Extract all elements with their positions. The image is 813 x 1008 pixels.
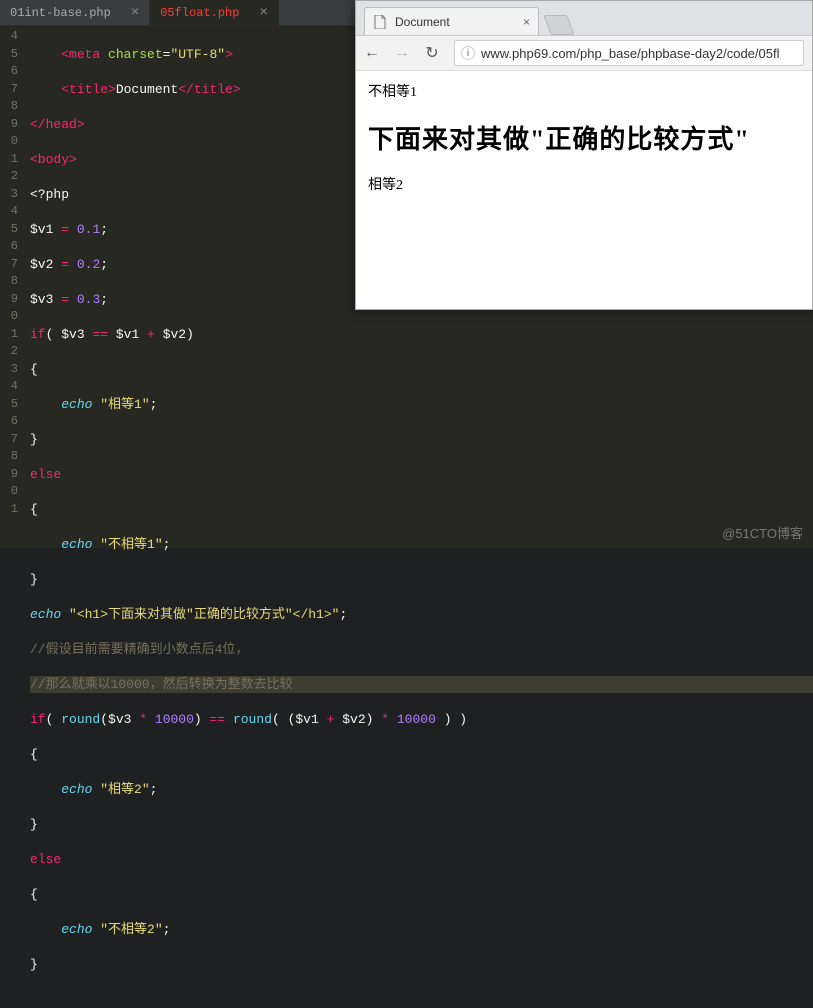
line-number: 9 (0, 116, 18, 134)
tab-label: 01int-base.php (10, 6, 111, 20)
browser-window: Document × ← → ↻ i www.php69.com/php_bas… (355, 0, 813, 310)
line-number: 8 (0, 448, 18, 466)
reload-icon[interactable]: ↻ (424, 43, 440, 63)
line-number: 2 (0, 168, 18, 186)
new-tab-button[interactable] (543, 15, 574, 35)
browser-tab[interactable]: Document × (364, 7, 539, 35)
line-number: 3 (0, 361, 18, 379)
close-icon[interactable]: × (523, 15, 530, 29)
line-number: 7 (0, 81, 18, 99)
tab-label: 05float.php (160, 6, 239, 20)
line-number: 1 (0, 501, 18, 519)
close-icon[interactable]: × (259, 5, 267, 21)
line-number: 6 (0, 238, 18, 256)
address-bar[interactable]: i www.php69.com/php_base/phpbase-day2/co… (454, 40, 804, 66)
info-icon[interactable]: i (461, 46, 475, 60)
line-number: 5 (0, 221, 18, 239)
line-number: 0 (0, 308, 18, 326)
line-number: 3 (0, 186, 18, 204)
browser-toolbar: ← → ↻ i www.php69.com/php_base/phpbase-d… (356, 35, 812, 71)
line-number: 5 (0, 396, 18, 414)
page-icon (373, 14, 387, 30)
line-number: 0 (0, 133, 18, 151)
line-number: 7 (0, 431, 18, 449)
line-number: 6 (0, 63, 18, 81)
browser-tab-title: Document (395, 15, 450, 29)
editor-tab-active[interactable]: 05float.php × (150, 0, 279, 25)
watermark: @51CTO博客 (722, 523, 803, 542)
browser-viewport: 不相等1 下面来对其做"正确的比较方式" 相等2 (356, 71, 812, 309)
output-line: 相等2 (368, 174, 800, 194)
line-number: 4 (0, 28, 18, 46)
line-number: 6 (0, 413, 18, 431)
line-number: 1 (0, 151, 18, 169)
line-number: 9 (0, 466, 18, 484)
line-number: 5 (0, 46, 18, 64)
line-number: 8 (0, 98, 18, 116)
line-number: 7 (0, 256, 18, 274)
line-number: 8 (0, 273, 18, 291)
line-number: 0 (0, 483, 18, 501)
line-number: 1 (0, 326, 18, 344)
line-number: 9 (0, 291, 18, 309)
output-heading: 下面来对其做"正确的比较方式" (368, 119, 800, 156)
line-number: 2 (0, 343, 18, 361)
browser-tab-strip: Document × (356, 1, 812, 35)
editor-tab[interactable]: 01int-base.php × (0, 0, 150, 25)
forward-icon[interactable]: → (394, 44, 410, 62)
back-icon[interactable]: ← (364, 44, 380, 62)
url-text: www.php69.com/php_base/phpbase-day2/code… (481, 46, 780, 61)
output-line: 不相等1 (368, 81, 800, 101)
line-number: 4 (0, 203, 18, 221)
close-icon[interactable]: × (131, 5, 139, 21)
line-gutter: 4 5 6 7 8 9 0 1 2 3 4 5 6 7 8 9 0 1 2 3 … (0, 26, 22, 548)
line-number: 4 (0, 378, 18, 396)
